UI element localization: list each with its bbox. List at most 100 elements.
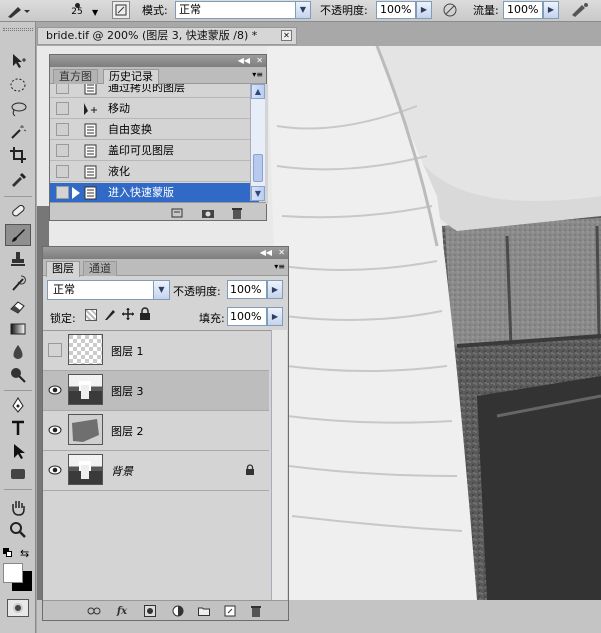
marquee-tool-icon[interactable] xyxy=(5,74,31,96)
tab-layers[interactable]: 图层 xyxy=(46,261,80,277)
gradient-tool-icon[interactable] xyxy=(5,318,31,340)
lock-position-icon[interactable] xyxy=(121,307,135,324)
layer-opacity-input[interactable]: 100% xyxy=(227,280,267,299)
layer-style-fx-icon[interactable]: fx xyxy=(115,604,129,618)
history-brush-tool-icon[interactable] xyxy=(5,272,31,294)
brush-tool-icon[interactable] xyxy=(5,224,31,246)
layer-row[interactable]: 图层 1 xyxy=(43,331,269,371)
blend-mode-dropdown-icon[interactable]: ▼ xyxy=(153,281,169,299)
mode-dropdown-arrow-icon[interactable]: ▼ xyxy=(295,1,311,19)
close-document-icon[interactable]: ✕ xyxy=(281,30,292,41)
lock-transparent-pixels-icon[interactable] xyxy=(85,309,97,321)
tab-histogram[interactable]: 直方图 xyxy=(53,69,98,84)
flow-input[interactable]: 100% xyxy=(503,1,543,19)
lock-all-icon[interactable] xyxy=(139,307,151,324)
hand-tool-icon[interactable] xyxy=(5,496,31,518)
zoom-tool-icon[interactable] xyxy=(5,519,31,541)
layers-panel-titlebar[interactable]: ◀◀ ✕ xyxy=(43,247,288,259)
default-colors-icon[interactable] xyxy=(3,548,13,558)
snapshot-checkbox[interactable] xyxy=(56,102,69,115)
foreground-color-swatch[interactable] xyxy=(3,563,23,583)
history-state-slider-icon[interactable] xyxy=(72,187,80,199)
history-item[interactable]: 盖印可见图层 xyxy=(50,141,259,161)
layer-name[interactable]: 图层 1 xyxy=(111,343,144,359)
layer-name[interactable]: 图层 2 xyxy=(111,423,144,439)
rectangle-tool-icon[interactable] xyxy=(5,463,31,485)
snapshot-camera-icon[interactable] xyxy=(201,206,215,220)
history-item[interactable]: 通过拷贝的图层 xyxy=(50,84,259,98)
scroll-up-icon[interactable]: ▲ xyxy=(251,84,265,99)
history-panel-titlebar[interactable]: ◀◀ ✕ xyxy=(50,55,266,67)
scroll-thumb[interactable] xyxy=(253,154,263,182)
quick-mask-mode-icon[interactable] xyxy=(7,599,29,617)
layer-row[interactable]: 背景 xyxy=(43,451,269,491)
add-layer-mask-icon[interactable] xyxy=(143,604,157,618)
eye-visibility-icon[interactable] xyxy=(48,463,62,477)
toolbar-grip[interactable] xyxy=(3,28,33,31)
blur-tool-icon[interactable] xyxy=(5,341,31,363)
dodge-tool-icon[interactable] xyxy=(5,364,31,386)
history-item[interactable]: 自由变换 xyxy=(50,120,259,140)
link-layers-icon[interactable] xyxy=(87,604,101,618)
fill-slider-icon[interactable]: ▶ xyxy=(267,307,283,326)
close-panel-icon[interactable]: ✕ xyxy=(256,56,263,66)
scroll-down-icon[interactable]: ▼ xyxy=(251,186,265,201)
brush-picker-arrow-icon[interactable]: ▼ xyxy=(92,2,98,23)
brush-panel-toggle-icon[interactable] xyxy=(112,1,130,19)
eye-visibility-icon[interactable] xyxy=(48,383,62,397)
history-scrollbar[interactable]: ▲ ▼ xyxy=(250,84,265,201)
eyedropper-tool-icon[interactable] xyxy=(5,168,31,190)
eraser-tool-icon[interactable] xyxy=(5,295,31,317)
collapse-panel-icon[interactable]: ◀◀ xyxy=(238,56,250,66)
visibility-toggle-empty[interactable] xyxy=(48,343,62,357)
new-layer-icon[interactable] xyxy=(223,604,237,618)
lock-image-pixels-icon[interactable] xyxy=(103,307,117,324)
pen-tool-icon[interactable] xyxy=(5,394,31,416)
path-selection-tool-icon[interactable] xyxy=(5,440,31,462)
new-document-from-state-icon[interactable] xyxy=(170,206,184,220)
delete-layer-trash-icon[interactable] xyxy=(249,604,263,618)
tab-channels[interactable]: 通道 xyxy=(83,261,117,276)
collapse-panel-icon[interactable]: ◀◀ xyxy=(260,248,272,258)
document-tab[interactable]: bride.tif @ 200% (图层 3, 快速蒙版 /8) * ✕ xyxy=(37,27,297,45)
healing-brush-tool-icon[interactable] xyxy=(5,200,31,222)
new-group-folder-icon[interactable] xyxy=(197,604,211,618)
opacity-slider-arrow-icon[interactable]: ▶ xyxy=(416,1,432,19)
snapshot-checkbox[interactable] xyxy=(56,84,69,94)
snapshot-checkbox[interactable] xyxy=(56,165,69,178)
layer-name[interactable]: 背景 xyxy=(111,463,133,479)
panel-menu-icon[interactable]: ▾≡ xyxy=(252,70,263,79)
lasso-tool-icon[interactable] xyxy=(5,98,31,120)
layer-row-selected[interactable]: 图层 3 xyxy=(43,371,269,411)
history-item[interactable]: 液化 xyxy=(50,162,259,182)
panel-menu-icon[interactable]: ▾≡ xyxy=(274,262,285,271)
layer-opacity-slider-icon[interactable]: ▶ xyxy=(267,280,283,299)
swap-colors-icon[interactable]: ⇆ xyxy=(20,547,29,560)
brush-tool-preset-icon[interactable] xyxy=(4,2,30,23)
history-item[interactable]: 移动 xyxy=(50,99,259,119)
history-item-selected[interactable]: 进入快速蒙版 xyxy=(50,183,259,203)
opacity-input[interactable]: 100% xyxy=(376,1,416,19)
airbrush-icon[interactable] xyxy=(568,1,590,22)
layer-name[interactable]: 图层 3 xyxy=(111,383,144,399)
quick-selection-tool-icon[interactable] xyxy=(5,121,31,143)
type-tool-icon[interactable] xyxy=(5,417,31,439)
layer-row[interactable]: 图层 2 xyxy=(43,411,269,451)
fill-input[interactable]: 100% xyxy=(227,307,267,326)
mode-select[interactable]: 正常 xyxy=(175,1,311,19)
close-panel-icon[interactable]: ✕ xyxy=(278,248,285,258)
layers-scrollbar[interactable] xyxy=(271,330,287,600)
crop-tool-icon[interactable] xyxy=(5,144,31,166)
snapshot-checkbox[interactable] xyxy=(56,144,69,157)
delete-trash-icon[interactable] xyxy=(230,206,244,220)
snapshot-checkbox[interactable] xyxy=(56,186,69,199)
flow-slider-arrow-icon[interactable]: ▶ xyxy=(543,1,559,19)
eye-visibility-icon[interactable] xyxy=(48,423,62,437)
snapshot-checkbox[interactable] xyxy=(56,123,69,136)
blend-mode-select[interactable]: 正常 ▼ xyxy=(47,280,170,300)
brush-preview[interactable]: 25 xyxy=(66,0,88,18)
pressure-opacity-icon[interactable] xyxy=(440,1,460,22)
adjustment-layer-icon[interactable] xyxy=(171,604,185,618)
move-tool-icon[interactable] xyxy=(5,50,31,72)
tab-history[interactable]: 历史记录 xyxy=(103,69,159,85)
